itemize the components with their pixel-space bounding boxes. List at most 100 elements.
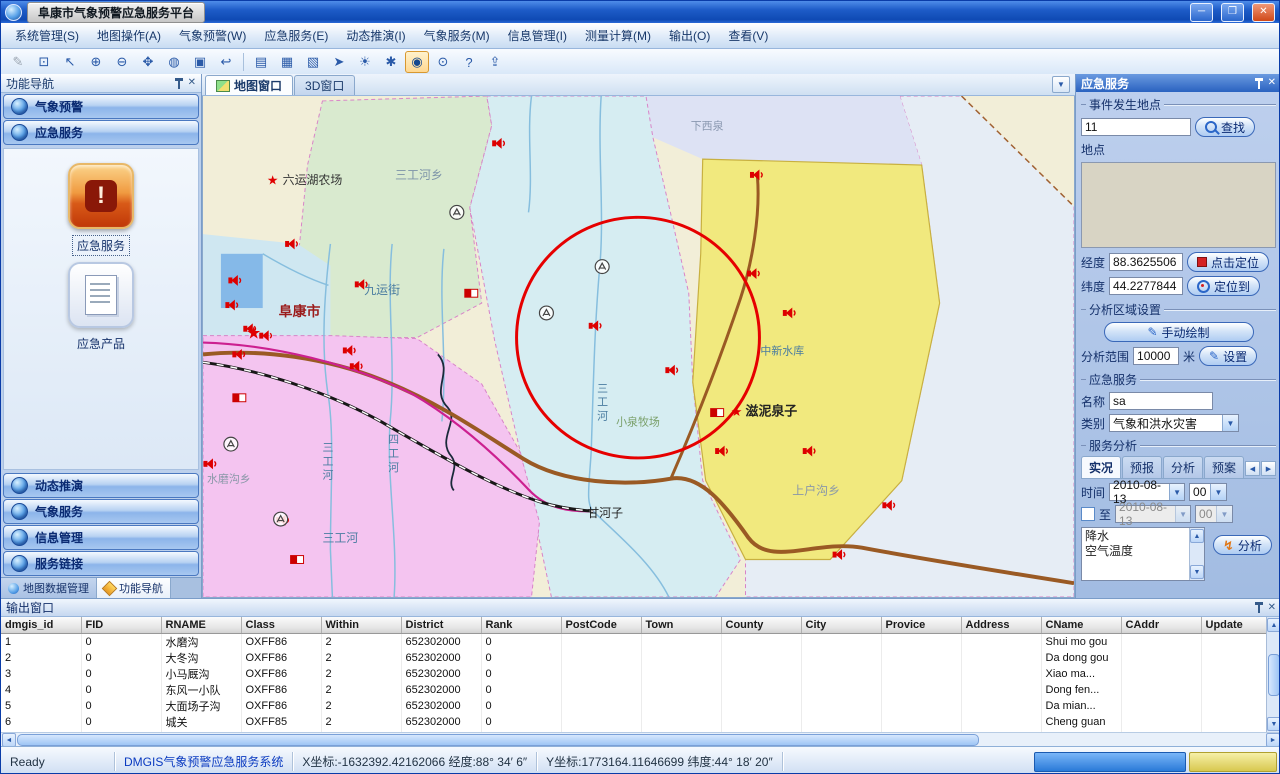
close-panel-icon[interactable]: ✕ (1268, 603, 1276, 613)
pin-icon[interactable] (1254, 78, 1264, 89)
find-button[interactable]: 查找 (1195, 117, 1255, 137)
product-label[interactable]: 应急服务 (72, 235, 130, 256)
table-row[interactable]: 40东风一小队OXFF8626523020000Dong fen... (1, 682, 1280, 698)
column-header[interactable]: Within (321, 617, 401, 634)
scroll-left-icon[interactable]: ◄ (2, 733, 16, 747)
sidebar-item-weather-service[interactable]: 气象服务 (3, 499, 199, 524)
select-pointer-icon[interactable]: ↖ (58, 51, 82, 73)
minimize-button[interactable]: ─ (1190, 3, 1213, 22)
edit-pencil-icon[interactable]: ✎ (6, 51, 30, 73)
longitude-input[interactable] (1109, 253, 1183, 271)
scroll-left-icon[interactable]: ◀ (1245, 461, 1260, 476)
emergency-globe-icon[interactable]: ◉ (405, 51, 429, 73)
column-header[interactable]: Provice (881, 617, 961, 634)
table-row[interactable]: 70五官沟OXFF8626523020000Wu guan gou (1, 730, 1280, 732)
locate-to-button[interactable]: 定位到 (1187, 276, 1260, 296)
scroll-up-icon[interactable]: ▲ (1267, 618, 1280, 632)
star-marker[interactable]: ★ (731, 404, 743, 419)
column-header[interactable]: FID (81, 617, 161, 634)
date-to-combo[interactable]: 2010-08-13 ▼ (1115, 505, 1191, 523)
sidebar-item-dynamic-deduction[interactable]: 动态推演 (3, 473, 199, 498)
tab-analysis[interactable]: 分析 (1163, 456, 1203, 478)
menu-item[interactable]: 气象服务(M) (415, 23, 499, 48)
tab-live[interactable]: 实况 (1081, 456, 1121, 478)
map-canvas[interactable]: ★★★六运湖农场三工河乡下西泉阜康市九运街滋泥泉子中新水库小泉牧场上户沟乡甘河子… (202, 96, 1075, 598)
set-range-button[interactable]: ✎ 设置 (1199, 346, 1257, 366)
listbox-scrollbar[interactable]: ▲ ▼ (1189, 528, 1204, 580)
column-header[interactable]: Address (961, 617, 1041, 634)
scrollbar-thumb[interactable] (1268, 654, 1280, 696)
column-header[interactable]: CName (1041, 617, 1121, 634)
table-row[interactable]: 20大冬沟OXFF8626523020000Da dong gou (1, 650, 1280, 666)
hour-from-combo[interactable]: 00 ▼ (1189, 483, 1227, 501)
tab-map-data-management[interactable]: 地图数据管理 (1, 578, 97, 598)
element-listbox[interactable]: 降水空气温度 ▲ ▼ (1081, 527, 1205, 581)
click-locate-button[interactable]: 点击定位 (1187, 252, 1269, 272)
list-item[interactable]: 空气温度 (1085, 544, 1186, 559)
export-map-icon[interactable]: ▤ (249, 51, 273, 73)
analyze-button[interactable]: ↯ 分析 (1213, 535, 1272, 555)
zoom-in-icon[interactable]: ⊕ (84, 51, 108, 73)
star-marker[interactable]: ★ (267, 172, 279, 187)
close-panel-icon[interactable]: ✕ (1268, 78, 1276, 88)
service-type-combo[interactable]: 气象和洪水灾害 ▼ (1109, 414, 1239, 432)
service-name-input[interactable] (1109, 392, 1213, 410)
tab-forecast[interactable]: 预报 (1122, 456, 1162, 478)
column-header[interactable]: County (721, 617, 801, 634)
product-label[interactable]: 应急产品 (73, 334, 129, 353)
table-row[interactable]: 60城关OXFF8526523020000Cheng guan (1, 714, 1280, 730)
table-vertical-scrollbar[interactable]: ▲ ▼ (1266, 617, 1280, 732)
restore-button[interactable]: ❐ (1221, 3, 1244, 22)
column-header[interactable]: District (401, 617, 481, 634)
column-header[interactable]: CAddr (1121, 617, 1201, 634)
star-marker[interactable]: ★ (246, 324, 261, 343)
scroll-right-icon[interactable]: ► (1266, 733, 1280, 747)
table-row[interactable]: 10水磨沟OXFF8626523020000Shui mo gou (1, 634, 1280, 651)
flag-marker[interactable] (711, 409, 724, 417)
visibility-eye-icon[interactable]: ⊙ (431, 51, 455, 73)
table-horizontal-scrollbar[interactable]: ◄ ► (1, 732, 1280, 747)
column-header[interactable]: dmgis_id (1, 617, 81, 634)
date-from-combo[interactable]: 2010-08-13 ▼ (1109, 483, 1185, 501)
close-button[interactable]: ✕ (1252, 3, 1275, 22)
range-input[interactable] (1133, 347, 1179, 365)
settings-gear-icon[interactable]: ✱ (379, 51, 403, 73)
column-header[interactable]: Class (241, 617, 321, 634)
sidebar-item-info-management[interactable]: 信息管理 (3, 525, 199, 550)
event-location-input[interactable] (1081, 118, 1191, 136)
select-features-icon[interactable]: ⊡ (32, 51, 56, 73)
camp-marker[interactable] (274, 512, 288, 526)
previous-extent-icon[interactable]: ↩ (214, 51, 238, 73)
menu-item[interactable]: 地图操作(A) (88, 23, 170, 48)
zoom-window-icon[interactable]: ▣ (188, 51, 212, 73)
chevron-down-icon[interactable]: ▼ (1222, 415, 1238, 431)
menu-item[interactable]: 气象预警(W) (170, 23, 255, 48)
scrollbar-thumb[interactable] (17, 734, 979, 746)
tab-map-window[interactable]: 地图窗口 (205, 75, 293, 95)
pin-icon[interactable] (174, 78, 184, 89)
list-item[interactable]: 降水 (1085, 529, 1186, 544)
emergency-service-product-button[interactable]: ! (68, 163, 134, 229)
tab-3d-window[interactable]: 3D窗口 (294, 75, 355, 95)
chevron-down-icon[interactable]: ▼ (1169, 484, 1184, 500)
table-row[interactable]: 30小马厩沟OXFF8626523020000Xiao ma... (1, 666, 1280, 682)
chevron-down-icon[interactable]: ▼ (1210, 484, 1226, 500)
menu-item[interactable]: 测量计算(M) (576, 23, 660, 48)
manual-draw-button[interactable]: ✎ 手动绘制 (1104, 322, 1254, 342)
pin-icon[interactable] (1254, 602, 1264, 613)
export-icon[interactable]: ⇪ (483, 51, 507, 73)
scroll-down-icon[interactable]: ▼ (1267, 717, 1280, 731)
pan-icon[interactable]: ✥ (136, 51, 160, 73)
scroll-right-icon[interactable]: ▶ (1261, 461, 1276, 476)
flag-marker[interactable] (291, 556, 304, 564)
column-header[interactable]: Rank (481, 617, 561, 634)
flag-marker[interactable] (233, 394, 246, 402)
zoom-out-icon[interactable]: ⊖ (110, 51, 134, 73)
camp-marker[interactable] (539, 306, 553, 320)
arrow-tool-icon[interactable]: ➤ (327, 51, 351, 73)
sidebar-item-weather-warning[interactable]: 气象预警 (3, 94, 199, 119)
hour-to-combo[interactable]: 00 ▼ (1195, 505, 1233, 523)
column-header[interactable]: RNAME (161, 617, 241, 634)
scroll-up-icon[interactable]: ▲ (1190, 529, 1204, 543)
flag-marker[interactable] (465, 289, 478, 297)
